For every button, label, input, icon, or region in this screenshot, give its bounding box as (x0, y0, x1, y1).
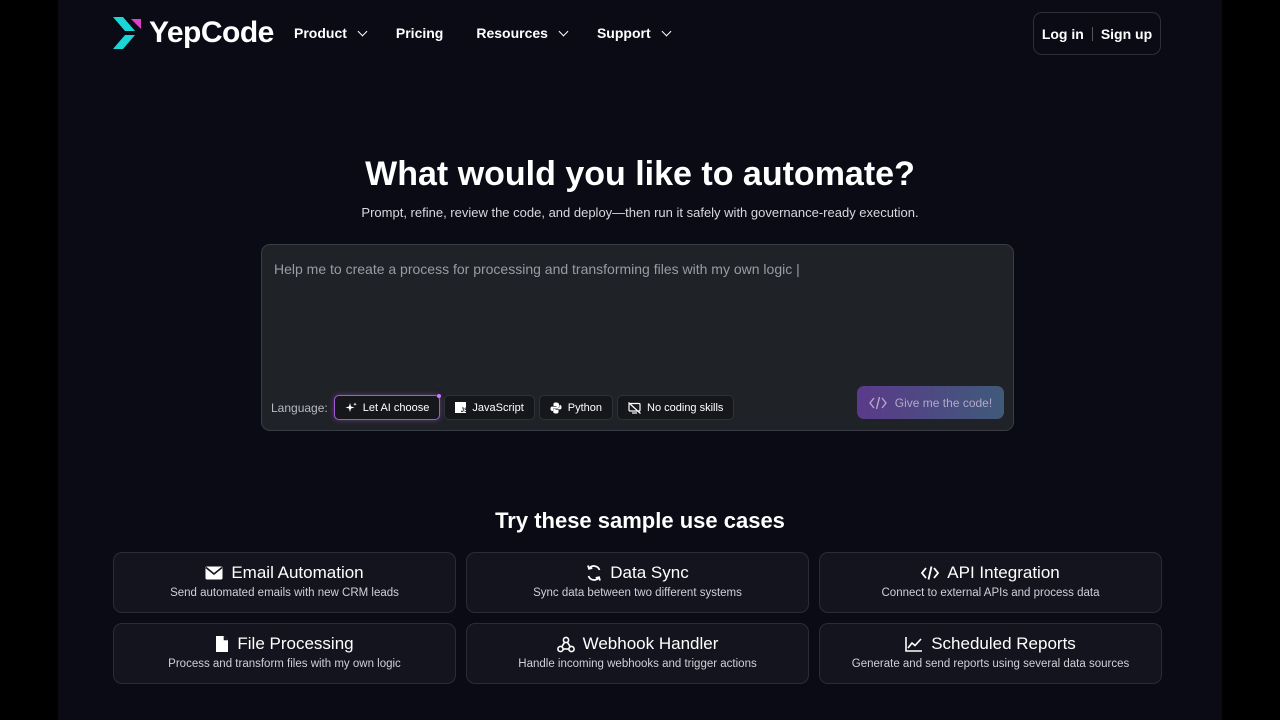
javascript-icon: JS (455, 402, 467, 413)
chevron-down-icon (558, 26, 569, 36)
use-case-desc: Generate and send reports using several … (851, 658, 1130, 670)
language-option-ai[interactable]: Let AI choose (333, 394, 442, 420)
use-case-email-automation[interactable]: Email Automation Send automated emails w… (113, 552, 456, 613)
nav-support-label: Support (596, 25, 651, 41)
give-me-code-button[interactable]: Give me the code! (857, 386, 1004, 419)
nav-support[interactable]: Support (596, 22, 672, 44)
nav-resources-label: Resources (476, 25, 548, 41)
chevron-down-icon (661, 26, 672, 36)
prompt-box: Help me to create a process for processi… (261, 244, 1014, 431)
chart-line-icon (905, 637, 923, 652)
language-option-python[interactable]: Python (538, 395, 614, 420)
language-option-no-code[interactable]: No coding skills (617, 395, 735, 420)
main-nav: Product Pricing Resources Support (294, 22, 700, 44)
use-case-desc: Sync data between two different systems (533, 587, 742, 599)
nav-pricing-label: Pricing (395, 25, 444, 41)
language-option-label: No coding skills (647, 401, 724, 414)
nav-product-label: Product (294, 25, 347, 41)
chevron-down-icon (357, 26, 368, 36)
hero-title: What would you like to automate? (365, 155, 915, 193)
use-case-title: Scheduled Reports (931, 634, 1076, 653)
use-case-desc: Connect to external APIs and process dat… (881, 587, 1100, 599)
page: YepCode Product Pricing Resources Suppor… (58, 0, 1222, 720)
mail-icon (205, 566, 223, 580)
file-icon (216, 636, 229, 652)
use-case-desc: Process and transform files with my own … (168, 658, 401, 670)
use-case-title: Webhook Handler (582, 634, 719, 653)
code-icon (868, 396, 887, 409)
use-case-desc: Send automated emails with new CRM leads (170, 587, 399, 599)
prompt-input[interactable]: Help me to create a process for processi… (274, 261, 994, 277)
use-case-file-processing[interactable]: File Processing Process and transform fi… (113, 623, 456, 684)
use-case-desc: Handle incoming webhooks and trigger act… (518, 658, 757, 670)
nav-resources[interactable]: Resources (476, 22, 569, 44)
login-link[interactable]: Log in (1042, 26, 1084, 42)
nav-pricing[interactable]: Pricing (396, 22, 443, 44)
use-case-data-sync[interactable]: Data Sync Sync data between two differen… (466, 552, 809, 613)
logo-text: YepCode (149, 16, 274, 49)
language-option-javascript[interactable]: JS JavaScript (444, 395, 535, 420)
hero-subtitle: Prompt, refine, review the code, and dep… (361, 205, 919, 220)
nav-product[interactable]: Product (294, 22, 368, 44)
use-case-title: Data Sync (610, 563, 689, 582)
language-option-label: JavaScript (472, 401, 524, 414)
language-selector: Language: Let AI choose JS JavaScript (271, 394, 738, 420)
sync-icon (587, 565, 602, 581)
signup-link[interactable]: Sign up (1101, 26, 1152, 42)
auth-divider (1091, 26, 1093, 41)
use-case-title: Email Automation (231, 563, 364, 582)
webhook-icon (556, 636, 575, 652)
use-case-scheduled-reports[interactable]: Scheduled Reports Generate and send repo… (819, 623, 1162, 684)
use-case-api-integration[interactable]: API Integration Connect to external APIs… (819, 552, 1162, 613)
no-code-icon (628, 401, 641, 414)
python-icon (550, 402, 562, 413)
language-option-label: Let AI choose (362, 401, 430, 414)
use-case-title: API Integration (947, 563, 1060, 582)
yepcode-logo[interactable]: YepCode (113, 16, 274, 50)
sparkle-icon (345, 402, 357, 412)
language-label: Language: (271, 400, 328, 415)
use-case-webhook-handler[interactable]: Webhook Handler Handle incoming webhooks… (466, 623, 809, 684)
yepcode-logo-icon (113, 17, 141, 49)
give-me-code-label: Give me the code! (894, 395, 993, 410)
svg-text:JS: JS (461, 408, 466, 413)
use-cases-title: Try these sample use cases (495, 508, 785, 533)
code-icon (921, 566, 940, 580)
language-option-label: Python (567, 401, 603, 414)
auth-box: Log in Sign up (1033, 12, 1161, 55)
use-case-title: File Processing (237, 634, 354, 653)
